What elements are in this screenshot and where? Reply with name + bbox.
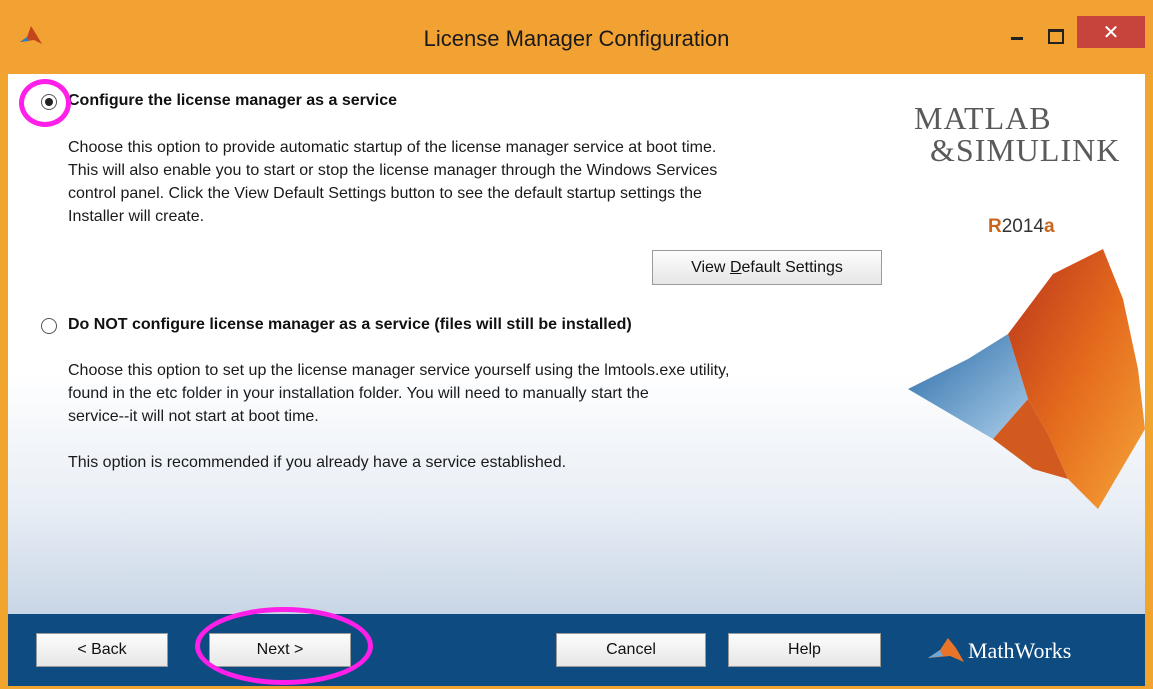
description-line	[68, 428, 729, 451]
highlight-circle-radio	[19, 79, 71, 127]
cancel-button[interactable]: Cancel	[556, 633, 706, 667]
release-r: R	[988, 216, 1002, 237]
description-line: This option is recommended if you alread…	[68, 454, 567, 471]
simulink-wordmark: &SIMULINK	[930, 132, 1121, 168]
description-line: Installer will create.	[68, 208, 205, 225]
description-line: Choose this option to provide automatic …	[68, 139, 717, 156]
description-line: Choose this option to set up the license…	[68, 362, 730, 379]
license-manager-window: License Manager Configuration ✕ Configur…	[0, 0, 1153, 689]
option-configure-service-label[interactable]: Configure the license manager as a servi…	[68, 92, 397, 110]
release-suffix: a	[1044, 216, 1055, 237]
description-line: This will also enable you to start or st…	[68, 162, 718, 179]
highlight-circle-next	[195, 607, 373, 685]
button-label: View	[691, 259, 730, 276]
option-do-not-configure-description: Choose this option to set up the license…	[68, 359, 729, 474]
mathworks-wordmark: MathWorks	[968, 638, 1072, 663]
matlab-membrane-logo	[908, 249, 1145, 509]
back-button[interactable]: < Back	[36, 633, 168, 667]
minimize-button[interactable]	[1000, 22, 1034, 50]
description-line: found in the etc folder in your installa…	[68, 385, 649, 402]
footer-bar: < Back Next > Cancel Help MathWorks	[8, 607, 1145, 686]
mathworks-logo-icon	[928, 638, 964, 662]
description-line: control panel. Click the View Default Se…	[68, 185, 702, 202]
button-label: efault Settings	[741, 259, 843, 276]
option-do-not-configure-label[interactable]: Do NOT configure license manager as a se…	[68, 316, 632, 334]
release-year: 2014	[1001, 216, 1045, 237]
close-button[interactable]: ✕	[1077, 16, 1145, 48]
view-default-settings-button[interactable]: View Default Settings	[652, 250, 882, 285]
help-button[interactable]: Help	[728, 633, 881, 667]
content-panel: Configure the license manager as a servi…	[8, 74, 1145, 614]
radio-do-not-configure-service[interactable]	[41, 318, 57, 334]
window-title: License Manager Configuration	[423, 26, 730, 51]
button-label-accesskey: D	[729, 259, 742, 276]
release-label: R2014a	[988, 216, 1055, 238]
option-configure-description: Choose this option to provide automatic …	[68, 136, 717, 228]
title-bar[interactable]: License Manager Configuration ✕	[0, 0, 1153, 74]
description-line: service--it will not start at boot time.	[68, 408, 319, 425]
maximize-button[interactable]	[1038, 22, 1072, 50]
